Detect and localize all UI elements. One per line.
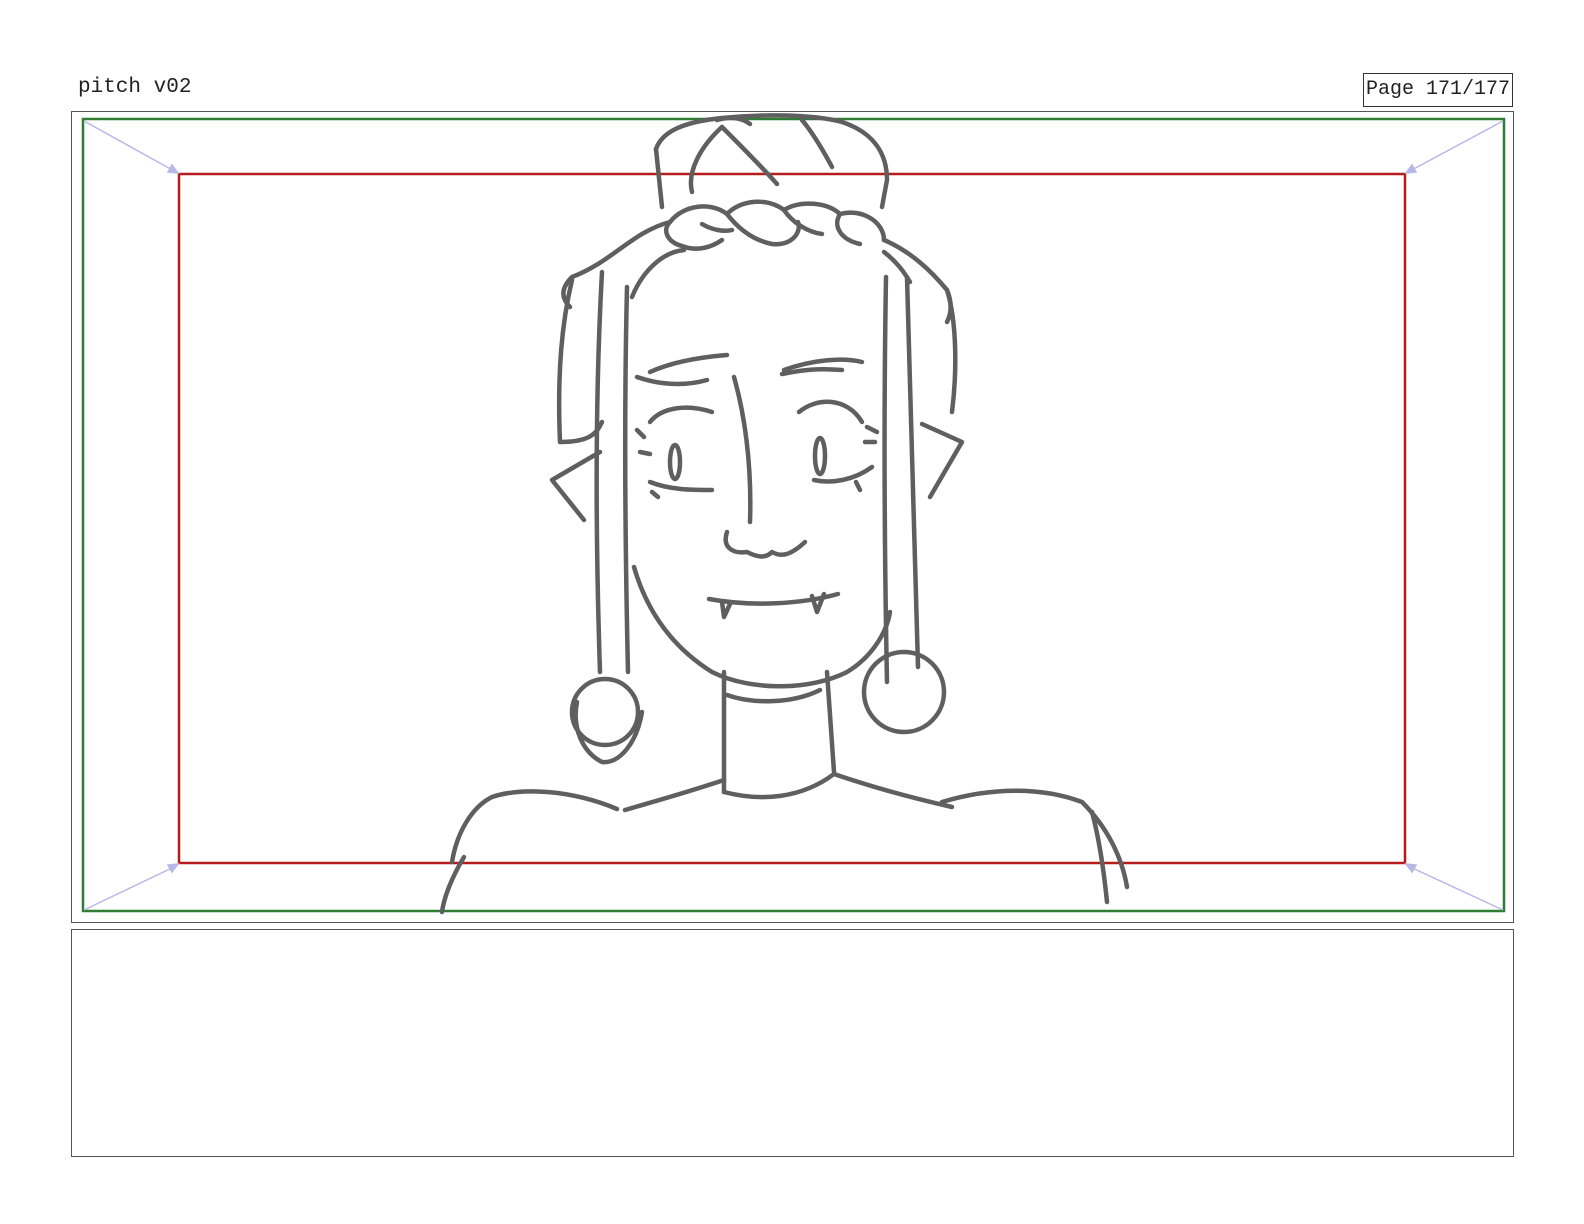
action-frame (177, 172, 1407, 865)
document-title: pitch v02 (78, 76, 192, 99)
character-sketch (439, 113, 1130, 915)
notes-box[interactable] (71, 929, 1514, 1157)
panel-drawing (81, 113, 1506, 915)
storyboard-panel (71, 111, 1514, 923)
page-indicator: Page 171/177 (1363, 73, 1513, 107)
